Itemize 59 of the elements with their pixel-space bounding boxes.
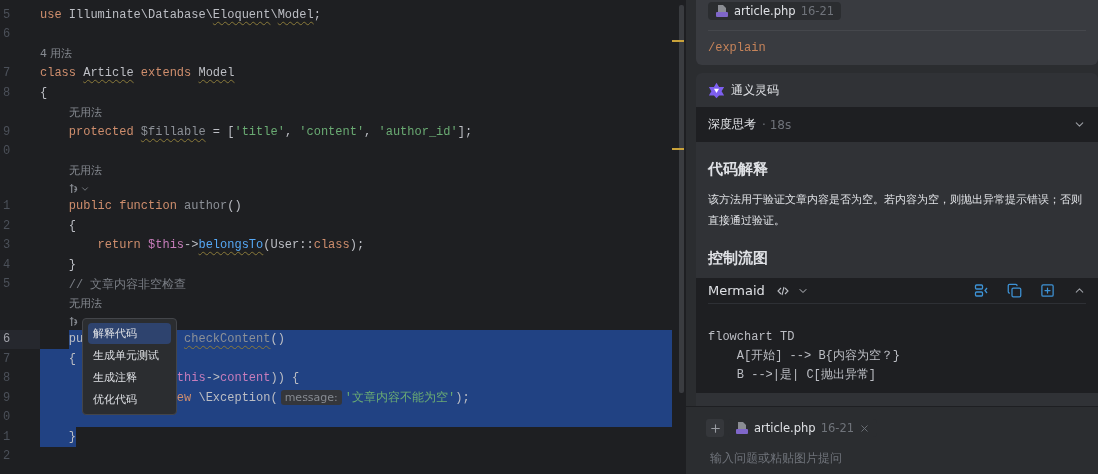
question-input[interactable]: 输入问题或粘贴图片提问 <box>706 451 1086 465</box>
copy-icon[interactable] <box>1007 283 1022 298</box>
explanation-text: 该方法用于验证文章内容是否为空。若内容为空，则抛出异常提示错误；否则直接通过验证。 <box>708 192 1083 228</box>
section-heading: 代码解释 <box>708 160 769 179</box>
new-file-icon[interactable] <box>1040 283 1055 298</box>
file-chip[interactable]: article.php 16-21 <box>708 2 842 20</box>
code-text: } <box>68 429 76 444</box>
assistant-name: 通义灵码 <box>731 82 779 98</box>
code-text: public function author() <box>68 199 242 214</box>
code-line: A[开始] --> B{内容为空？} <box>735 348 902 365</box>
line-number: 6 <box>3 332 11 347</box>
close-icon[interactable] <box>859 422 871 434</box>
code-text: this->content)) { <box>176 371 300 386</box>
usage-hint[interactable]: 无用法 <box>68 104 102 120</box>
code-icon[interactable] <box>776 285 789 296</box>
warning-marker <box>672 148 684 150</box>
code-language: Mermaid <box>708 283 765 298</box>
code-text: return $this->belongsTo(User::class); <box>97 238 365 253</box>
php-file-icon <box>715 4 729 18</box>
php-file-icon <box>735 421 749 435</box>
code-text: checkContent() <box>184 332 285 347</box>
line-range: 16-21 <box>800 4 835 18</box>
menu-item[interactable]: 生成单元测试 <box>88 345 171 366</box>
code-text: { <box>68 351 76 366</box>
usage-hint[interactable]: 4 用法 <box>40 46 73 62</box>
menu-item[interactable]: 生成注释 <box>88 367 171 388</box>
scrollbar-thumb[interactable] <box>679 5 684 393</box>
code-text: // 文章内容非空检查 <box>68 276 187 293</box>
menu-item[interactable]: 解释代码 <box>88 323 171 344</box>
usage-hint[interactable]: 无用法 <box>68 163 102 179</box>
logo-icon <box>708 81 725 99</box>
add-button[interactable] <box>706 419 724 437</box>
section-heading: 控制流图 <box>708 249 769 268</box>
parameter-hint: message: <box>280 390 342 406</box>
code-text: } <box>68 257 76 272</box>
file-name: article.php <box>734 4 796 18</box>
warning-marker <box>672 40 684 42</box>
line-range: 16-21 <box>820 421 855 435</box>
thinking-label: 深度思考 <box>708 116 756 133</box>
insert-icon[interactable] <box>974 283 989 298</box>
usage-hint[interactable]: 无用法 <box>68 296 102 312</box>
code-text: use Illuminate\Database\Eloquent\Model; <box>40 7 321 22</box>
code-text: { <box>68 218 76 233</box>
thinking-time: · 18s <box>762 117 793 132</box>
menu-item[interactable]: 优化代码 <box>88 389 171 410</box>
file-name: article.php <box>754 421 816 435</box>
code-text: protected $fillable = ['title', 'content', 'author_id']; <box>68 124 473 139</box>
code-line: flowchart TD <box>708 329 796 346</box>
code-text: ew \Exception( <box>176 390 278 405</box>
code-text: class Article extends Model <box>40 66 235 81</box>
thinking-bar[interactable]: 深度思考 · 18s <box>696 107 1098 142</box>
code-text: { <box>40 85 48 100</box>
code-text: pu <box>68 332 84 347</box>
command-text: /explain <box>708 41 767 55</box>
ai-action-icon[interactable] <box>68 183 79 194</box>
code-text: '文章内容不能为空'); <box>344 390 470 407</box>
plus-icon <box>708 421 722 435</box>
code-line: B -->|是| C[抛出异常] <box>735 367 878 384</box>
ai-action-icon[interactable] <box>68 316 79 327</box>
